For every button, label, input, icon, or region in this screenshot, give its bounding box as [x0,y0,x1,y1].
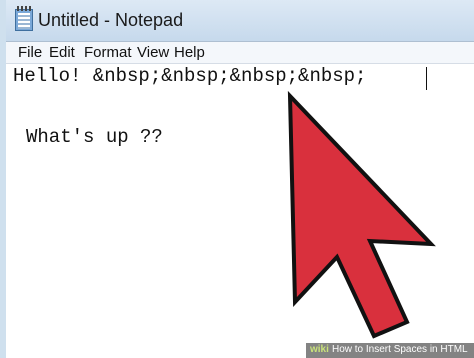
watermark-bar: wiki How to Insert Spaces in HTML [306,343,474,358]
wikihow-logo: wiki [310,344,329,355]
red-arrow-pointer-icon [287,90,436,339]
watermark-text: How to Insert Spaces in HTML [332,344,468,355]
red-arrow-pointer-shape [287,90,436,339]
